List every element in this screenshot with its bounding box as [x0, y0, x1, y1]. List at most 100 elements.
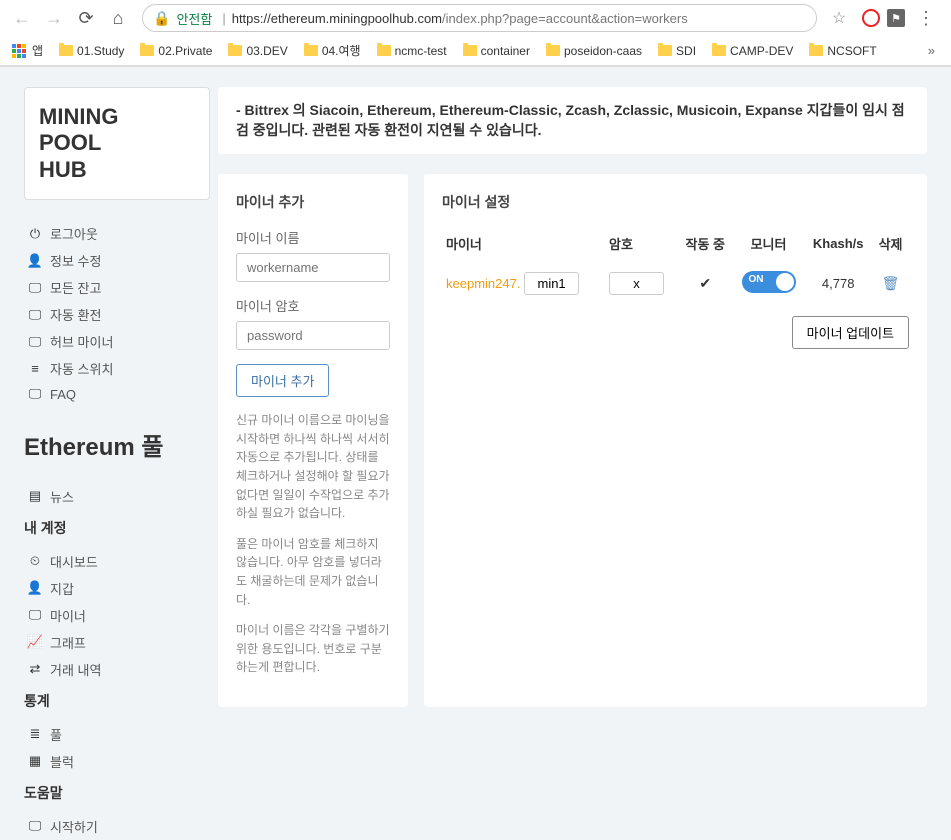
- add-miner-button[interactable]: 마이너 추가: [236, 364, 329, 397]
- miner-table: 마이너 암호 작동 중 모니터 Khash/s 삭제 keepmin247.: [442, 228, 909, 302]
- khash-cell: 4,778: [804, 265, 872, 302]
- table-row: keepmin247. ✔ ON 4,778 🗑: [442, 265, 909, 302]
- apps-icon: [12, 44, 26, 58]
- col-active: 작동 중: [678, 228, 733, 265]
- nav-pool-stats[interactable]: ≣풀: [24, 721, 210, 748]
- logo[interactable]: MINING POOL HUB: [24, 87, 210, 200]
- bookmark-folder[interactable]: SDI: [654, 42, 700, 60]
- home-button[interactable]: ⌂: [104, 4, 132, 32]
- alert-notice: - Bittrex 의 Siacoin, Ethereum, Ethereum-…: [218, 87, 927, 154]
- main-content: - Bittrex 의 Siacoin, Ethereum, Ethereum-…: [210, 67, 951, 822]
- nav-edit-profile[interactable]: 👤정보 수정: [24, 247, 210, 274]
- exchange-icon: ⇄: [28, 661, 42, 677]
- trash-icon[interactable]: 🗑: [882, 275, 900, 291]
- folder-icon: [809, 45, 823, 56]
- apps-shortcut[interactable]: 앱: [8, 40, 47, 61]
- worker-name-input[interactable]: [524, 272, 579, 295]
- password-cell: [605, 265, 678, 302]
- secure-label: 안전함: [176, 9, 212, 28]
- news-icon: ▤: [28, 488, 42, 504]
- folder-icon: [463, 45, 477, 56]
- nav-logout[interactable]: ⏻로그아웃: [24, 220, 210, 247]
- active-cell: ✔: [678, 265, 733, 302]
- miner-settings-panel: 마이너 설정 마이너 암호 작동 중 모니터 Khash/s 삭제: [424, 174, 927, 707]
- url-bar[interactable]: 🔒 안전함 | https://ethereum.miningpoolhub.c…: [142, 4, 817, 32]
- list-icon: ≡: [28, 361, 42, 376]
- user-icon: 👤: [28, 253, 42, 269]
- add-miner-title: 마이너 추가: [236, 192, 390, 212]
- folder-icon: [546, 45, 560, 56]
- folder-icon: [140, 45, 154, 56]
- url-host: https://ethereum.miningpoolhub.com: [232, 11, 442, 26]
- bookmark-folder[interactable]: 01.Study: [55, 42, 128, 60]
- miner-settings-title: 마이너 설정: [442, 192, 909, 212]
- update-miner-button[interactable]: 마이너 업데이트: [792, 316, 909, 349]
- nav-main: ⏻로그아웃 👤정보 수정 🖵모든 잔고 🖵자동 환전 🖵허브 마이너 ≡자동 스…: [24, 220, 210, 406]
- bookmark-folder[interactable]: ncmc-test: [373, 42, 451, 60]
- forward-button[interactable]: →: [40, 4, 68, 32]
- folder-icon: [658, 45, 672, 56]
- nav-dashboard[interactable]: ⏲대시보드: [24, 548, 210, 575]
- col-password: 암호: [605, 228, 678, 265]
- pool-heading: Ethereum 풀: [24, 434, 210, 463]
- bookmark-overflow-icon[interactable]: »: [928, 43, 943, 58]
- folder-icon: [377, 45, 391, 56]
- sidebar: MINING POOL HUB ⏻로그아웃 👤정보 수정 🖵모든 잔고 🖵자동 …: [0, 67, 210, 822]
- miner-name-input[interactable]: [236, 253, 390, 282]
- nav-hub-miner[interactable]: 🖵허브 마이너: [24, 328, 210, 355]
- monitor-icon: 🖵: [28, 607, 42, 623]
- col-miner: 마이너: [442, 228, 605, 265]
- worker-user[interactable]: keepmin247.: [446, 276, 520, 291]
- folder-icon: [228, 45, 242, 56]
- col-monitor: 모니터: [733, 228, 805, 265]
- reload-button[interactable]: ⟳: [72, 4, 100, 32]
- nav-auto-exchange[interactable]: 🖵자동 환전: [24, 301, 210, 328]
- folder-icon: [59, 45, 73, 56]
- bookmark-folder[interactable]: poseidon-caas: [542, 42, 646, 60]
- bookmark-folder[interactable]: 04.여행: [300, 40, 365, 61]
- bookmark-star-icon[interactable]: ☆: [827, 6, 851, 30]
- back-button[interactable]: ←: [8, 4, 36, 32]
- monitor-toggle[interactable]: ON: [742, 271, 796, 293]
- nav-wallet[interactable]: 👤지갑: [24, 575, 210, 602]
- nav-getting-started[interactable]: 🖵시작하기: [24, 813, 210, 840]
- miner-password-label: 마이너 암호: [236, 296, 390, 315]
- opera-icon[interactable]: [859, 6, 883, 30]
- miner-password-input[interactable]: [236, 321, 390, 350]
- worker-password-input[interactable]: [609, 272, 664, 295]
- user-icon: 👤: [28, 580, 42, 596]
- chart-icon: 📈: [28, 634, 42, 650]
- power-icon: ⏻: [28, 226, 42, 242]
- col-delete: 삭제: [872, 228, 909, 265]
- check-icon: ✔: [699, 275, 711, 291]
- bookmark-folder[interactable]: NCSOFT: [805, 42, 880, 60]
- bookmark-folder[interactable]: 02.Private: [136, 42, 216, 60]
- monitor-icon: 🖵: [28, 386, 42, 402]
- miner-name-label: 마이너 이름: [236, 228, 390, 247]
- url-path: /index.php?page=account&action=workers: [442, 11, 688, 26]
- gauge-icon: ⏲: [28, 553, 42, 569]
- bookmarks-bar: 앱 01.Study 02.Private 03.DEV 04.여행 ncmc-…: [0, 36, 951, 66]
- menu-icon[interactable]: ⋮: [909, 8, 943, 29]
- nav-miner[interactable]: 🖵마이너: [24, 602, 210, 629]
- nav-news[interactable]: ▤뉴스: [24, 483, 210, 510]
- grid-icon: ▦: [28, 753, 42, 769]
- nav-faq[interactable]: 🖵FAQ: [24, 382, 210, 406]
- account-heading: 내 계정: [24, 518, 210, 538]
- nav-transactions[interactable]: ⇄거래 내역: [24, 656, 210, 683]
- nav-blocks[interactable]: ▦블럭: [24, 748, 210, 775]
- nav-all-balances[interactable]: 🖵모든 잔고: [24, 274, 210, 301]
- nav-graph[interactable]: 📈그래프: [24, 629, 210, 656]
- add-miner-help: 신규 마이너 이름으로 마이닝을 시작하면 하나씩 하나씩 서서히 자동으로 추…: [236, 411, 390, 677]
- bookmark-folder[interactable]: 03.DEV: [224, 42, 291, 60]
- delete-cell: 🗑: [872, 265, 909, 302]
- nav-auto-switch[interactable]: ≡자동 스위치: [24, 355, 210, 382]
- monitor-cell: ON: [733, 265, 805, 302]
- bookmark-folder[interactable]: CAMP-DEV: [708, 42, 797, 60]
- bookmark-folder[interactable]: container: [459, 42, 534, 60]
- location-icon[interactable]: ⚑: [887, 9, 905, 27]
- miner-name-cell: keepmin247.: [442, 265, 605, 302]
- stats-heading: 통계: [24, 691, 210, 711]
- monitor-icon: 🖵: [28, 334, 42, 350]
- lock-icon: 🔒: [153, 10, 170, 27]
